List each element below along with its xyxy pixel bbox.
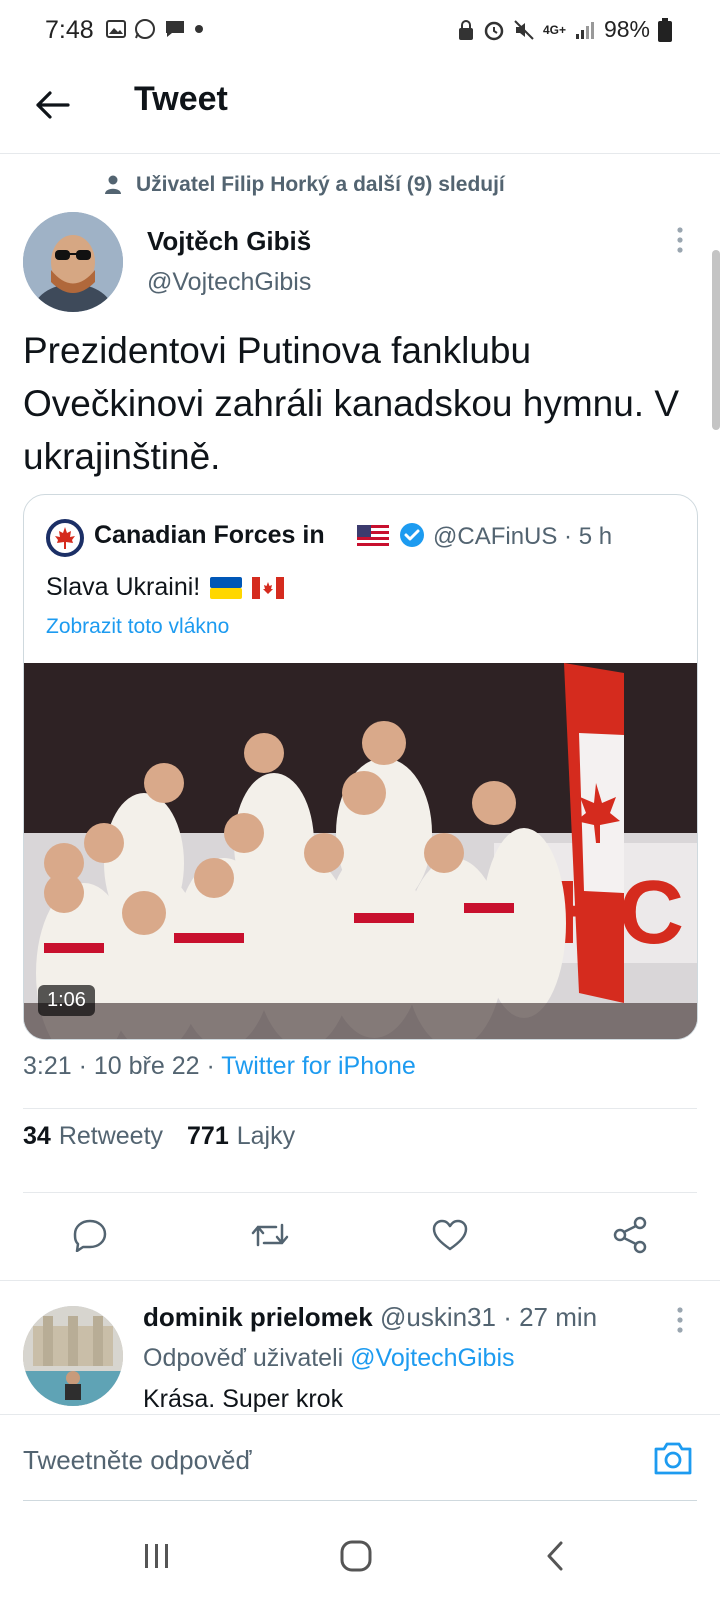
reply-icon: [73, 1219, 107, 1252]
divider: [23, 1192, 697, 1193]
tweet-stats: 34 Retweety 771 Lajky: [23, 1122, 295, 1151]
reply-avatar[interactable]: [23, 1306, 123, 1406]
more-options-button[interactable]: [670, 226, 690, 256]
likes-stat[interactable]: 771 Lajky: [187, 1122, 295, 1151]
reply-input[interactable]: Tweetněte odpověď: [23, 1445, 251, 1476]
alarm-icon: [484, 21, 504, 40]
chevron-left-icon: [547, 1541, 563, 1571]
top-app-bar: Tweet: [0, 62, 720, 154]
quoted-text: Slava Ukraini!: [46, 573, 201, 601]
back-nav-button[interactable]: [530, 1536, 580, 1576]
social-context[interactable]: Uživatel Filip Horký a další (9) sledují: [104, 173, 505, 197]
status-right: 4G+ 98%: [457, 16, 672, 43]
battery-percent: 98%: [603, 16, 650, 42]
maple-leaf-icon: [55, 527, 75, 549]
tweet-text: Prezidentovi Putinova fanklubu Ovečkinov…: [23, 330, 680, 477]
tweet-source[interactable]: Twitter for iPhone: [221, 1052, 416, 1080]
video-thumbnail: HC: [24, 663, 697, 1039]
author-handle[interactable]: @VojtechGibis: [147, 268, 311, 297]
reply-button[interactable]: [65, 1210, 115, 1260]
quoted-tweet[interactable]: Canadian Forces in @CAFinUS · 5 h Slava …: [23, 494, 698, 1040]
message-icon: [166, 21, 184, 37]
likes-count: 771: [187, 1122, 229, 1150]
reply-more-options-button[interactable]: [670, 1306, 690, 1336]
dot-icon: [195, 25, 203, 33]
recent-apps-icon: [145, 1544, 168, 1568]
quoted-handle-time: @CAFinUS · 5 h: [433, 523, 613, 550]
verified-badge-icon: [400, 523, 424, 547]
avatar[interactable]: [23, 212, 123, 312]
likes-label: Lajky: [236, 1122, 296, 1150]
reply-header: dominik prielomek @uskin31 · 27 min: [143, 1302, 597, 1333]
video-player[interactable]: HC: [24, 663, 697, 1039]
page-title: Tweet: [134, 80, 228, 118]
quoted-avatar: [46, 519, 84, 557]
canada-flag-icon: [252, 576, 285, 599]
vertical-dots-icon: [677, 227, 683, 253]
reply-composer: Tweetněte odpověď: [0, 1414, 720, 1504]
vertical-dots-icon: [677, 1307, 683, 1333]
replying-prefix: Odpověď uživateli: [143, 1344, 351, 1372]
retweets-count: 34: [23, 1122, 51, 1150]
camera-icon: [654, 1442, 692, 1475]
battery-icon: [658, 17, 672, 42]
quoted-author-name: Canadian Forces in: [94, 521, 325, 549]
reply-text: Krása. Super krok: [143, 1385, 344, 1413]
home-button[interactable]: [331, 1536, 381, 1576]
tweet-meta: 3:21 · 10 bře 22 · Twitter for iPhone: [23, 1052, 416, 1081]
whatsapp-icon: [135, 19, 155, 39]
video-duration: 1:06: [38, 985, 95, 1016]
quoted-text-row: Slava Ukraini!: [46, 573, 285, 602]
like-button[interactable]: [425, 1210, 475, 1260]
mute-icon: [514, 19, 534, 40]
ukraine-flag-icon: [210, 576, 243, 599]
lock-icon: [458, 19, 473, 40]
back-arrow-icon: [36, 91, 70, 119]
network-type: 4G+: [542, 22, 566, 37]
reply-avatar-image: [23, 1306, 123, 1406]
replying-to: Odpověď uživateli @VojtechGibis: [143, 1344, 515, 1373]
heart-icon: [432, 1219, 468, 1251]
divider: [23, 1108, 697, 1109]
status-time: 7:48: [45, 16, 94, 44]
system-nav-bar: [0, 1510, 720, 1600]
reply-handle-time: @uskin31 · 27 min: [379, 1302, 598, 1332]
show-thread-link[interactable]: Zobrazit toto vlákno: [46, 615, 229, 639]
status-bar: 7:48 4G+ 98%: [0, 0, 720, 62]
divider: [0, 1280, 720, 1281]
camera-button[interactable]: [652, 1439, 694, 1479]
replying-handle[interactable]: @VojtechGibis: [350, 1344, 514, 1372]
avatar-image: [23, 212, 123, 312]
back-button[interactable]: [30, 82, 76, 128]
share-icon: [613, 1216, 647, 1254]
divider: [23, 1500, 697, 1501]
us-flag-icon: [357, 525, 389, 547]
author-name[interactable]: Vojtěch Gibiš: [147, 226, 311, 257]
social-context-text: Uživatel Filip Horký a další (9) sledují: [136, 173, 505, 196]
recent-apps-button[interactable]: [132, 1536, 182, 1576]
share-button[interactable]: [605, 1210, 655, 1260]
tweet-timestamp: 3:21 · 10 bře 22 ·: [23, 1052, 222, 1080]
home-icon: [340, 1540, 372, 1572]
retweets-label: Retweety: [58, 1122, 164, 1150]
scrollbar[interactable]: [712, 250, 720, 430]
tweet-actions: [0, 1210, 720, 1270]
signal-icon: [575, 21, 594, 39]
notification-icons: [106, 18, 204, 40]
person-icon: [105, 175, 121, 194]
retweet-button[interactable]: [245, 1210, 295, 1260]
gallery-icon: [106, 20, 126, 38]
retweets-stat[interactable]: 34 Retweety: [23, 1122, 163, 1151]
retweet-icon: [251, 1223, 289, 1247]
reply-author-name[interactable]: dominik prielomek: [143, 1302, 373, 1332]
